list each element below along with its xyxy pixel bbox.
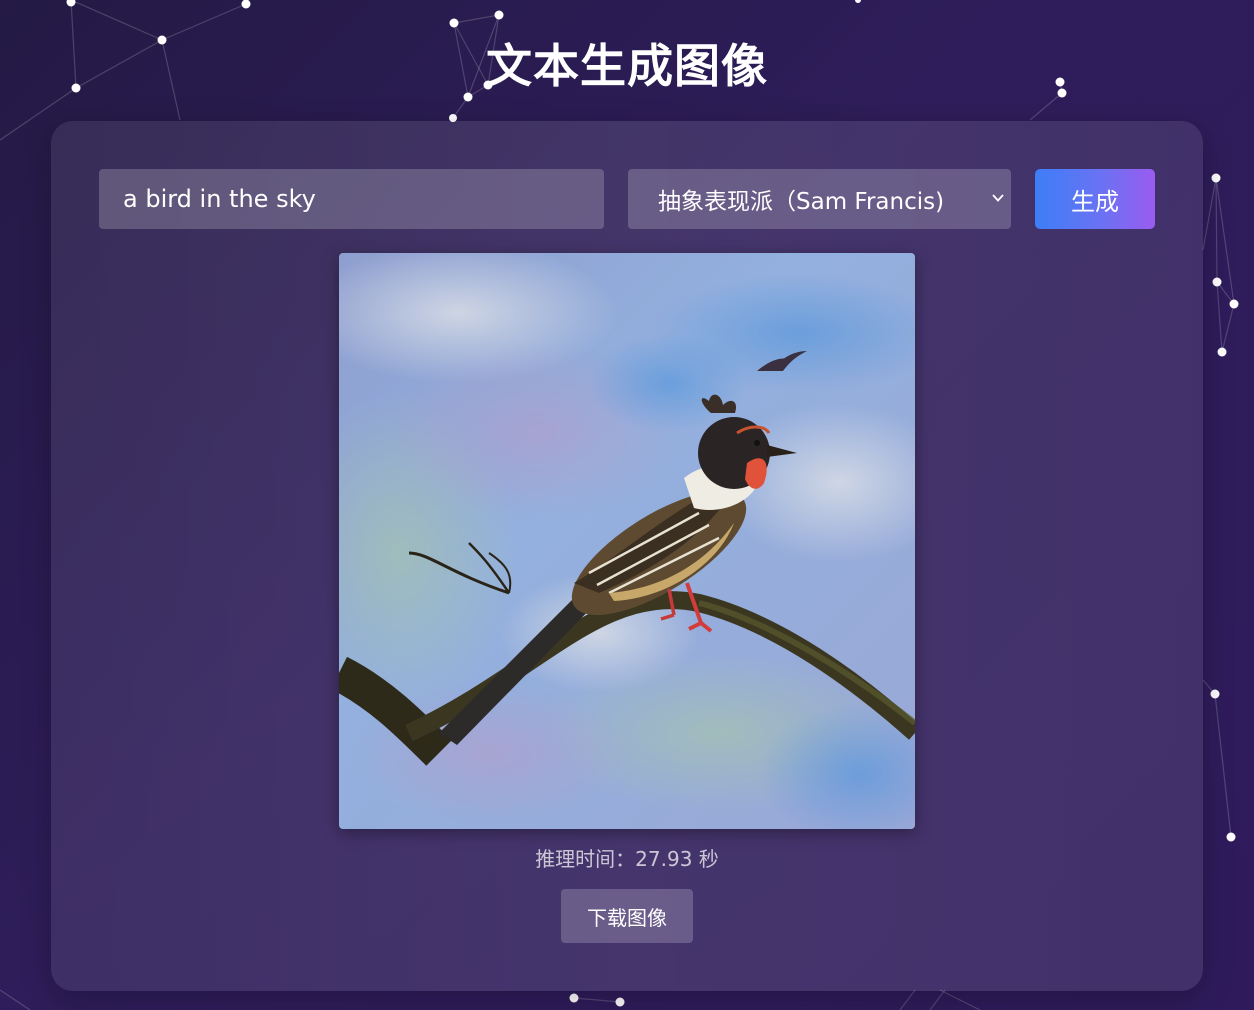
page-title: 文本生成图像 xyxy=(486,40,768,92)
style-select-value: 抽象表现派（Sam Francis) xyxy=(658,189,945,215)
chevron-down-icon xyxy=(992,194,1004,202)
prompt-input[interactable] xyxy=(99,169,604,229)
inference-time-text: 推理时间：27.93 秒 xyxy=(535,847,719,871)
style-select[interactable]: 抽象表现派（Sam Francis) xyxy=(628,169,1011,229)
download-image-button[interactable]: 下载图像 xyxy=(561,889,693,943)
generated-image[interactable] xyxy=(339,253,915,829)
generator-panel: 抽象表现派（Sam Francis) 生成 xyxy=(51,121,1203,991)
generate-button[interactable]: 生成 xyxy=(1035,169,1155,229)
bird-painting-image xyxy=(339,253,915,829)
